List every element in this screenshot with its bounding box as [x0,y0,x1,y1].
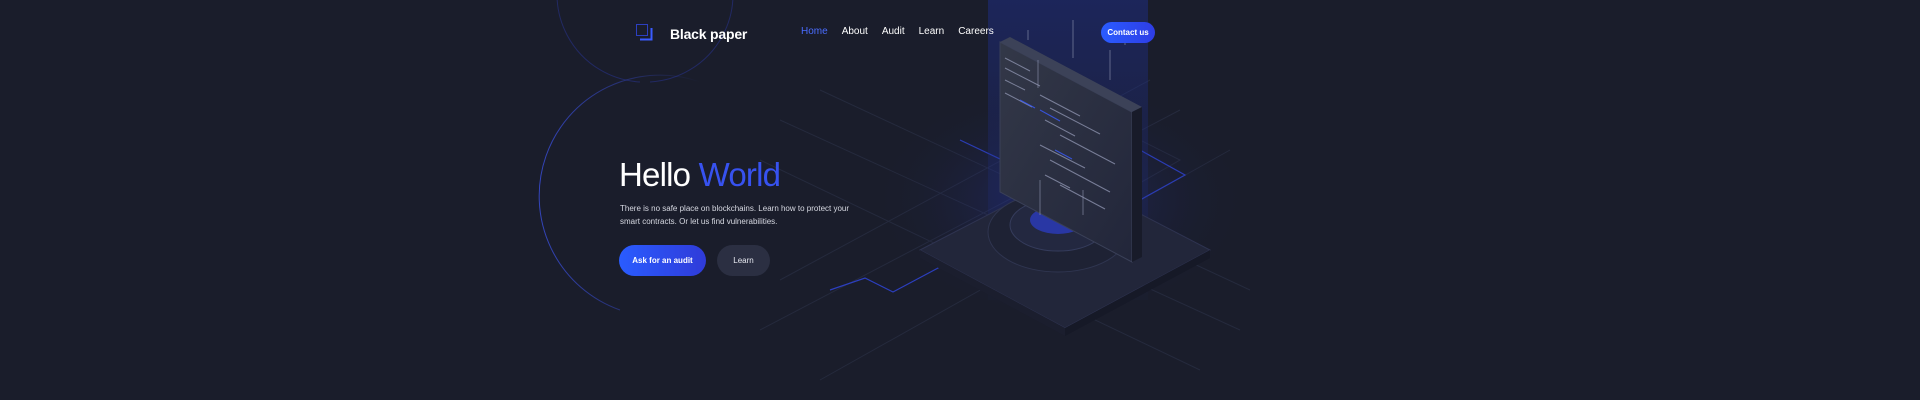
hero-title-accent: World [698,156,781,193]
brand-name: Black paper [670,26,748,42]
hero-description: There is no safe place on blockchains. L… [620,204,850,226]
brand-logo[interactable]: Black paper [636,24,747,42]
nav-item-home[interactable]: Home [801,26,828,37]
corner-square-icon [636,24,653,41]
nav-item-audit[interactable]: Audit [882,26,905,37]
contact-button[interactable]: Contact us [1101,22,1155,43]
ask-audit-button[interactable]: Ask for an audit [619,245,706,276]
nav-item-careers[interactable]: Careers [958,26,994,37]
main-nav: Home About Audit Learn Careers [801,26,994,37]
nav-item-about[interactable]: About [842,26,868,37]
hero-illustration [538,0,1251,381]
nav-item-learn[interactable]: Learn [919,26,945,37]
hero-title-plain: Hello [619,156,691,193]
hero-title: Hello World [619,156,781,194]
learn-button[interactable]: Learn [717,245,770,276]
